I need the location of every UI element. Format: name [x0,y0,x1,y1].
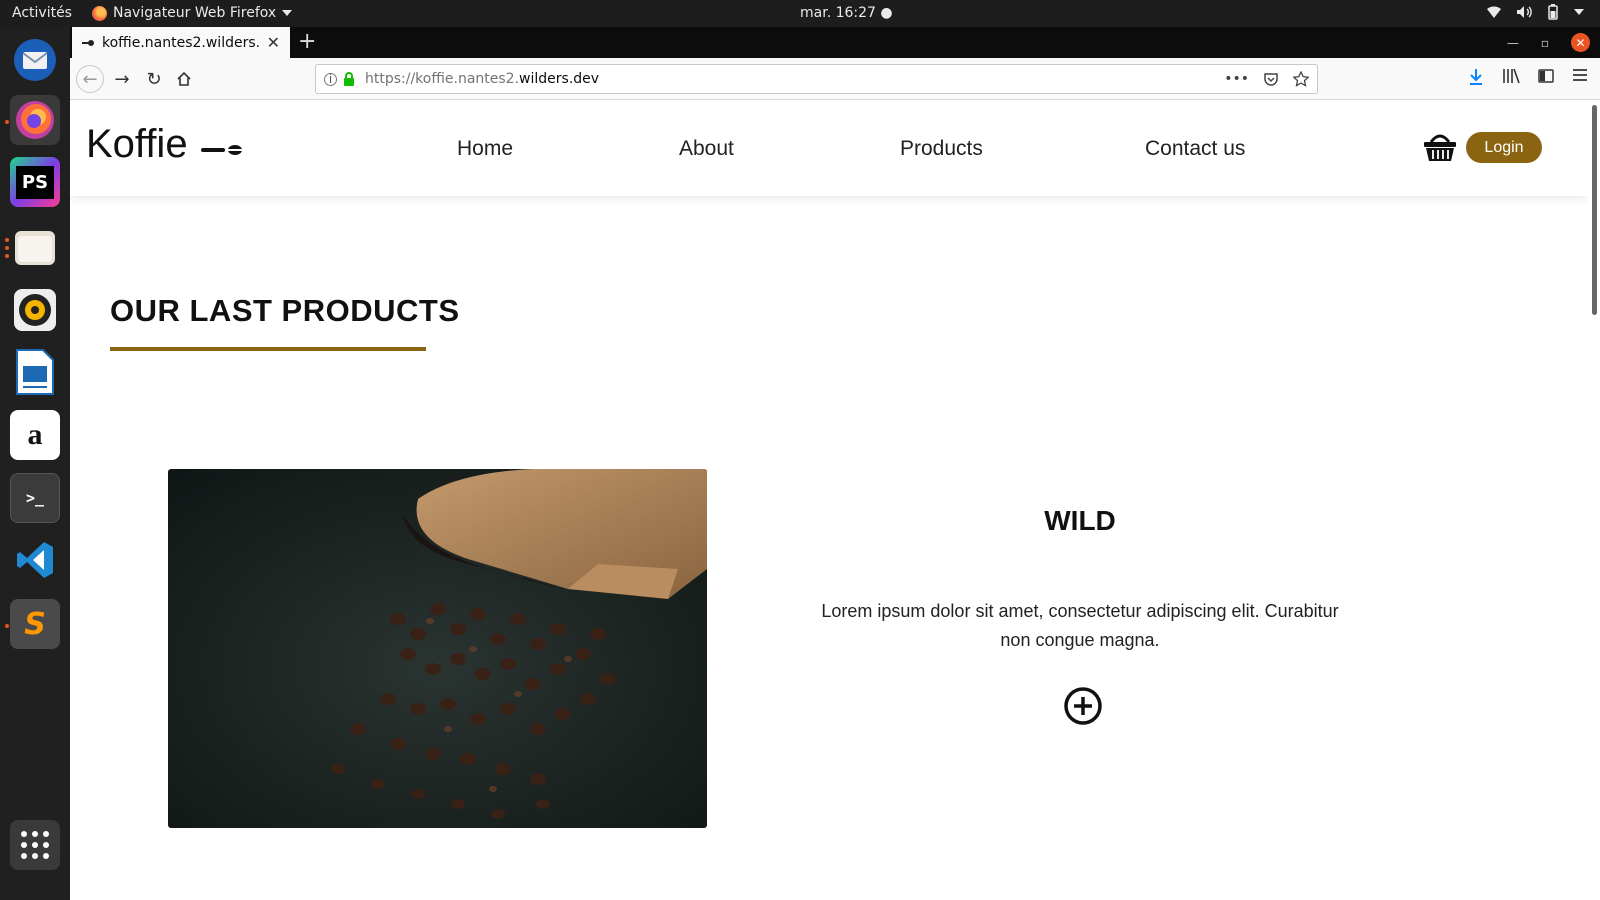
pocket-icon[interactable] [1263,71,1279,87]
close-window-button[interactable]: ✕ [1571,33,1590,52]
firefox-window: koffie.nantes2.wilders.d ✕ + — ▫ ✕ ← → ↻… [70,27,1600,900]
phpstorm-icon[interactable]: PS [10,157,60,207]
activities-button[interactable]: Activités [12,5,72,21]
home-icon [177,71,191,86]
nav-contact[interactable]: Contact us [1145,137,1245,161]
tab-close-icon[interactable]: ✕ [267,33,280,52]
running-indicator [5,120,9,124]
running-indicator [5,624,9,628]
nav-home[interactable]: Home [457,137,513,161]
volume-icon [1517,6,1532,18]
product-image[interactable] [168,469,707,828]
page-actions-icon[interactable]: ••• [1224,71,1249,87]
site-favicon-icon [82,39,94,46]
app-grid-icon[interactable] [10,820,60,870]
writer-icon[interactable] [10,347,60,397]
url-prefix: https://koffie.nantes2. [365,71,520,87]
system-top-bar: Activités Navigateur Web Firefox mar. 16… [0,0,1600,27]
basket-icon[interactable] [1423,132,1457,162]
tab-strip: koffie.nantes2.wilders.d ✕ + — ▫ ✕ [70,27,1600,58]
login-button[interactable]: Login [1466,132,1542,163]
plus-circle-icon[interactable] [1063,686,1103,726]
forward-button[interactable]: → [108,65,136,93]
nav-about[interactable]: About [679,137,734,161]
section-title: OUR LAST PRODUCTS [110,293,460,328]
amazon-icon[interactable]: a [10,410,60,460]
dock: PS a >_ S [0,27,70,900]
running-indicator [5,246,9,250]
files-icon[interactable] [10,222,60,272]
site-header: Koffie Home About Products Contact us Lo… [70,100,1588,196]
maximize-button[interactable]: ▫ [1541,36,1549,50]
rhythmbox-icon[interactable] [10,285,60,335]
system-tray[interactable] [1486,4,1584,20]
nav-products[interactable]: Products [900,137,983,161]
site-logo[interactable]: Koffie [86,122,188,167]
url-actions: ••• [1224,71,1309,87]
downloads-icon[interactable] [1468,68,1484,86]
app-menu[interactable]: Navigateur Web Firefox [92,5,293,21]
firefox-icon[interactable] [10,95,60,145]
running-indicator [5,254,9,258]
firefox-icon [92,5,107,21]
hamburger-menu-icon[interactable] [1572,68,1588,82]
url-host: wilders.dev [519,71,600,87]
running-indicator [5,238,9,242]
library-icon[interactable] [1502,68,1520,84]
back-button[interactable]: ← [76,65,104,93]
vertical-scrollbar[interactable] [1588,100,1600,900]
coffee-spoon-icon [201,145,243,155]
battery-icon [1548,4,1558,20]
system-menu-chevron-icon [1574,9,1584,15]
window-controls: — ▫ ✕ [1507,33,1590,52]
lock-icon [344,72,354,86]
vscode-icon[interactable] [10,535,60,585]
info-icon[interactable]: i [324,72,337,86]
sublime-icon[interactable]: S [10,599,60,649]
scrollbar-thumb[interactable] [1592,105,1597,315]
tab-title: koffie.nantes2.wilders.d [102,34,261,51]
sidebar-icon[interactable] [1538,68,1554,84]
reload-button[interactable]: ↻ [140,65,168,93]
new-tab-button[interactable]: + [298,29,316,54]
tab-active[interactable]: koffie.nantes2.wilders.d ✕ [72,27,290,58]
thunderbird-icon[interactable] [10,35,60,85]
wifi-icon [1487,6,1501,18]
minimize-button[interactable]: — [1507,36,1519,50]
section-underline [110,347,426,351]
navigation-toolbar: ← → ↻ i https://koffie.nantes2. wilders.d… [70,58,1600,100]
app-name: Navigateur Web Firefox [113,5,277,21]
chevron-down-icon [282,10,293,16]
terminal-icon[interactable]: >_ [10,473,60,523]
web-page: Koffie Home About Products Contact us Lo… [70,100,1600,900]
right-toolbar [1468,68,1600,86]
home-button[interactable] [170,65,198,93]
url-bar[interactable]: i https://koffie.nantes2. wilders.dev ••• [315,64,1318,94]
product-title: WILD [1044,505,1116,536]
bookmark-star-icon[interactable] [1293,71,1309,87]
clock[interactable]: mar. 16:27 ● [800,5,893,21]
product-description: Lorem ipsum dolor sit amet, consectetur … [821,601,1339,650]
